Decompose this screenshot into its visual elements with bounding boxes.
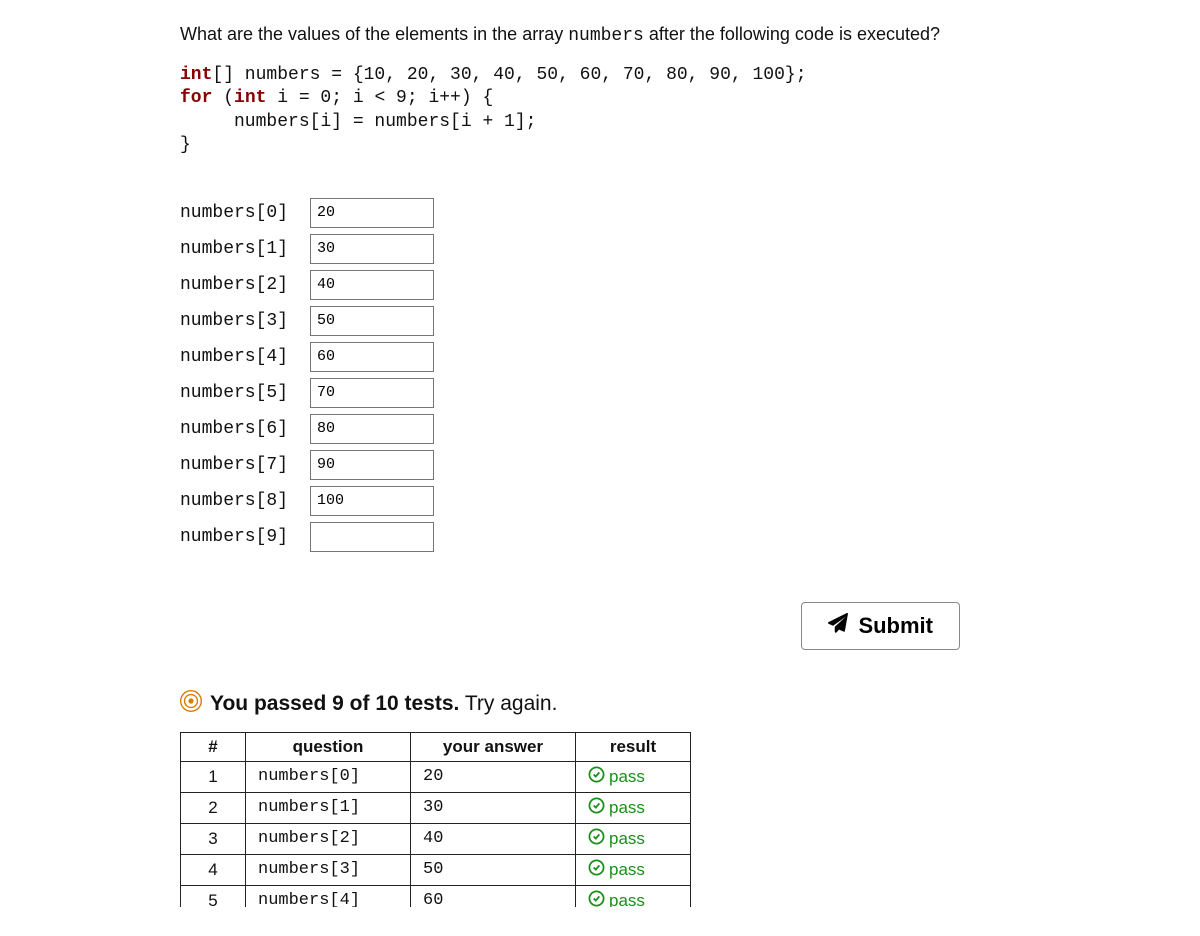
results-result-text: pass [609,798,645,818]
bullseye-icon [180,690,202,718]
results-num: 4 [181,854,246,885]
question-prompt: What are the values of the elements in t… [180,24,1020,46]
question-prefix: What are the values of the elements in t… [180,24,568,44]
answer-row: numbers[6] [180,414,1020,444]
answer-row: numbers[9] [180,522,1020,552]
results-result: pass [576,823,691,854]
results-row: 3 numbers[2] 40 pass [181,823,691,854]
answer-label: numbers[0] [180,203,310,223]
results-question: numbers[3] [246,854,411,885]
results-row: 4 numbers[3] 50 pass [181,854,691,885]
answer-label: numbers[9] [180,527,310,547]
results-header-result: result [576,732,691,761]
check-circle-icon [588,797,605,819]
answer-input-6[interactable] [310,414,434,444]
answer-inputs: numbers[0] numbers[1] numbers[2] numbers… [180,198,1020,552]
answer-input-8[interactable] [310,486,434,516]
feedback-bold: You passed 9 of 10 tests. [210,692,459,715]
results-result-text: pass [609,860,645,880]
answer-row: numbers[5] [180,378,1020,408]
answer-label: numbers[7] [180,455,310,475]
results-row: 5 numbers[4] 60 pass [181,885,691,907]
answer-row: numbers[1] [180,234,1020,264]
check-circle-icon [588,766,605,788]
answer-label: numbers[5] [180,383,310,403]
code-kw-for: for [180,88,212,108]
results-row: 1 numbers[0] 20 pass [181,761,691,792]
results-answer: 30 [411,792,576,823]
results-result: pass [576,792,691,823]
answer-label: numbers[3] [180,311,310,331]
feedback-banner: You passed 9 of 10 tests. Try again. [180,690,1020,718]
results-table: # question your answer result 1 numbers[… [180,732,691,907]
results-num: 2 [181,792,246,823]
answer-input-5[interactable] [310,378,434,408]
answer-row: numbers[0] [180,198,1020,228]
answer-input-4[interactable] [310,342,434,372]
check-circle-icon [588,890,605,907]
code-listing: int[] numbers = {10, 20, 30, 40, 50, 60,… [180,64,1020,158]
code-line4: } [180,135,191,155]
results-answer: 60 [411,885,576,907]
feedback-rest: Try again. [459,692,557,715]
code-line2a: ( [212,88,234,108]
answer-label: numbers[6] [180,419,310,439]
answer-input-7[interactable] [310,450,434,480]
results-answer: 20 [411,761,576,792]
check-circle-icon [588,828,605,850]
code-line3: numbers[i] = numbers[i + 1]; [180,112,536,132]
results-header-question: question [246,732,411,761]
answer-label: numbers[4] [180,347,310,367]
results-num: 3 [181,823,246,854]
results-result: pass [576,761,691,792]
code-line2b: i = 0; i < 9; i++) { [266,88,493,108]
results-question: numbers[1] [246,792,411,823]
answer-row: numbers[8] [180,486,1020,516]
results-answer: 50 [411,854,576,885]
results-result-text: pass [609,767,645,787]
answer-label: numbers[1] [180,239,310,259]
answer-row: numbers[7] [180,450,1020,480]
answer-row: numbers[2] [180,270,1020,300]
results-result: pass [576,885,691,907]
results-num: 1 [181,761,246,792]
results-row: 2 numbers[1] 30 pass [181,792,691,823]
question-suffix: after the following code is executed? [644,24,940,44]
submit-button-label: Submit [858,613,933,639]
answer-row: numbers[3] [180,306,1020,336]
answer-row: numbers[4] [180,342,1020,372]
results-question: numbers[0] [246,761,411,792]
results-answer: 40 [411,823,576,854]
answer-input-9[interactable] [310,522,434,552]
code-line1: [] numbers = {10, 20, 30, 40, 50, 60, 70… [212,65,806,85]
answer-input-0[interactable] [310,198,434,228]
paper-plane-icon [828,613,848,639]
results-result-text: pass [609,891,645,907]
answer-input-1[interactable] [310,234,434,264]
code-kw-int: int [180,65,212,85]
check-circle-icon [588,859,605,881]
results-question: numbers[2] [246,823,411,854]
question-array-name: numbers [568,26,644,46]
submit-button[interactable]: Submit [801,602,960,650]
answer-label: numbers[2] [180,275,310,295]
results-result-text: pass [609,829,645,849]
results-num: 5 [181,885,246,907]
results-table-wrap: # question your answer result 1 numbers[… [180,732,1020,907]
results-question: numbers[4] [246,885,411,907]
code-kw-int2: int [234,88,266,108]
results-header-answer: your answer [411,732,576,761]
answer-input-3[interactable] [310,306,434,336]
results-header-num: # [181,732,246,761]
answer-label: numbers[8] [180,491,310,511]
answer-input-2[interactable] [310,270,434,300]
results-result: pass [576,854,691,885]
